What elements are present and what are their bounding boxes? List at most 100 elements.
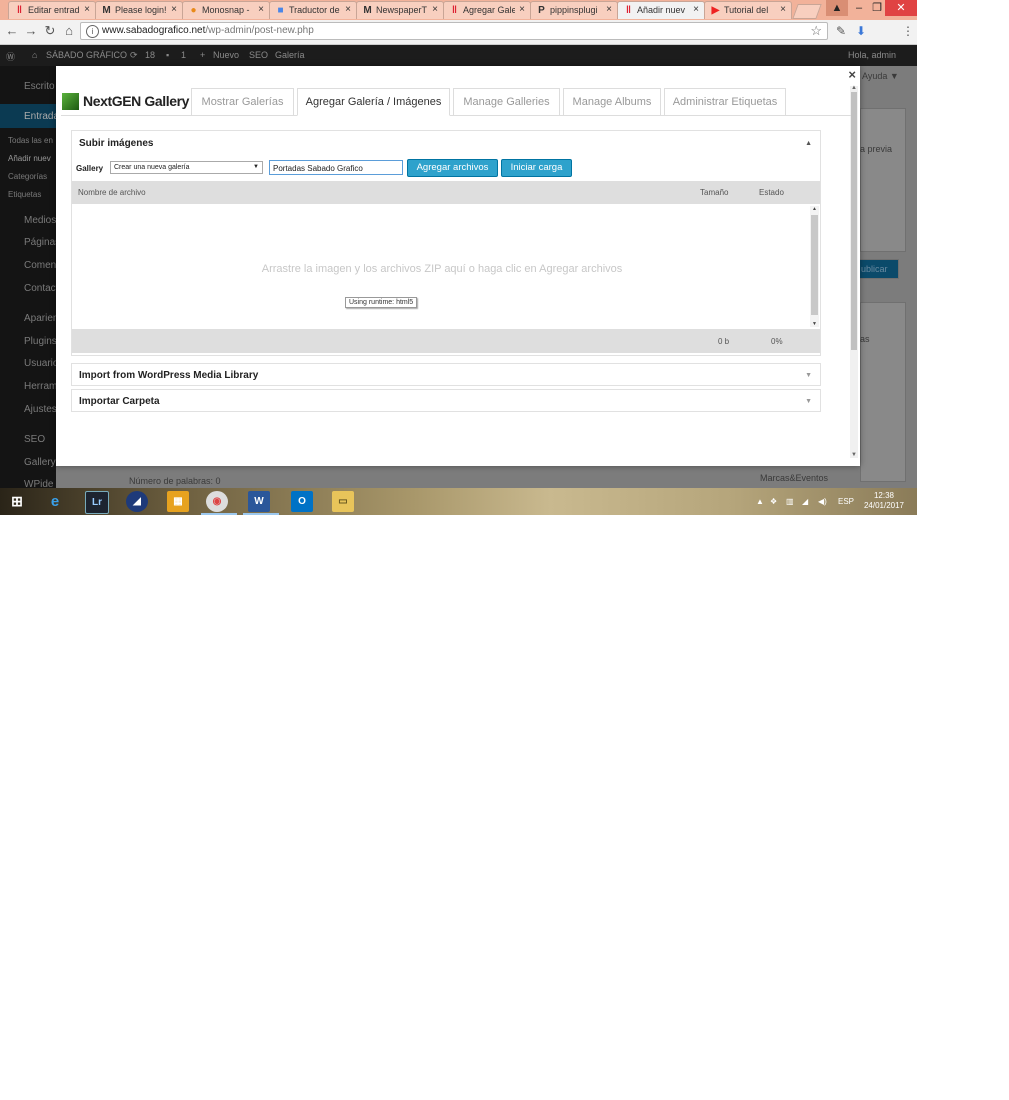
browser-tab[interactable]: M Please login! × (95, 1, 183, 19)
language-indicator[interactable]: ESP (838, 497, 854, 506)
extension-icon[interactable]: ⬇ (856, 24, 866, 38)
sidebar-item[interactable]: Entrada (24, 111, 59, 122)
expand-down-icon[interactable]: ▼ (805, 398, 812, 405)
browser-tab[interactable]: ‖ Agregar Gale × (443, 1, 531, 19)
upload-dropzone[interactable]: Arrastre la imagen y los archivos ZIP aq… (72, 204, 820, 329)
gallery-select[interactable]: Crear una nueva galería ▼ (110, 161, 263, 174)
updates-icon[interactable]: ⟳ (130, 50, 138, 61)
clock[interactable]: 12:38 24/01/2017 (862, 491, 906, 511)
close-icon[interactable]: × (780, 4, 786, 15)
scroll-up-icon[interactable]: ▲ (850, 85, 858, 91)
internet-explorer-icon[interactable]: e (44, 491, 66, 512)
modal-close-button[interactable]: × (848, 67, 856, 82)
close-icon[interactable]: × (519, 4, 525, 15)
sidebar-item[interactable]: Ajustes (24, 404, 57, 415)
tab-administrar-etiquetas[interactable]: Administrar Etiquetas (664, 88, 786, 115)
app-icon[interactable]: ▦ (167, 491, 189, 512)
sidebar-item[interactable]: Contact (24, 283, 58, 294)
sidebar-item[interactable]: Añadir nuev (8, 154, 51, 163)
panel-title[interactable]: Import from WordPress Media Library (79, 370, 258, 381)
reload-icon[interactable]: ↻ (43, 24, 57, 38)
sidebar-item[interactable]: Aparien (24, 313, 58, 324)
menu-icon[interactable]: ⋮ (902, 24, 914, 38)
file-list-scrollbar[interactable]: ▲ ▼ (810, 206, 819, 327)
bookmark-star-icon[interactable]: ☆ (810, 23, 822, 39)
back-icon[interactable]: ← (5, 24, 19, 38)
signal-icon[interactable]: ◢ (802, 497, 808, 506)
help-tab[interactable]: Ayuda ▼ (862, 71, 899, 81)
sidebar-item[interactable]: Coment (24, 260, 59, 271)
expand-down-icon[interactable]: ▼ (805, 372, 812, 379)
browser-tab[interactable]: M NewspaperT × (356, 1, 444, 19)
close-icon[interactable]: × (84, 4, 90, 15)
tab-mostrar-galerias[interactable]: Mostrar Galerías (191, 88, 294, 115)
close-icon[interactable]: × (345, 4, 351, 15)
home-icon[interactable]: ⌂ (32, 50, 37, 60)
gallery-name-input[interactable] (269, 160, 403, 175)
browser-tab[interactable]: P pippinsplugi × (530, 1, 618, 19)
browser-tab[interactable]: ‖ Editar entrad × (8, 1, 96, 19)
scrollbar-thumb[interactable] (811, 215, 818, 315)
browser-tab[interactable]: ■ Traductor de × (269, 1, 357, 19)
info-icon[interactable]: i (86, 25, 99, 38)
sidebar-item[interactable]: Páginas (24, 237, 60, 248)
site-name[interactable]: SÁBADO GRÁFICO (46, 50, 127, 60)
scroll-up-icon[interactable]: ▲ (810, 206, 819, 212)
close-icon[interactable]: × (171, 4, 177, 15)
sidebar-item[interactable]: Todas las en (8, 136, 53, 145)
app-icon[interactable]: ◢ (126, 491, 148, 512)
sidebar-item[interactable]: Usuario (24, 358, 58, 369)
sidebar-item[interactable]: SEO (24, 434, 45, 445)
sidebar-item[interactable]: Escrito (24, 81, 55, 92)
comments-icon[interactable]: ▪ (166, 50, 169, 60)
home-icon[interactable]: ⌂ (62, 24, 76, 38)
file-explorer-icon[interactable]: ▭ (332, 491, 354, 512)
user-profile-icon[interactable]: ▲ (826, 0, 848, 16)
scroll-down-icon[interactable]: ▼ (850, 452, 858, 458)
sidebar-item[interactable]: Gallery (24, 457, 56, 468)
window-close-button[interactable]: ✕ (885, 0, 917, 16)
tray-expand-icon[interactable]: ▲ (756, 497, 764, 506)
browser-tab[interactable]: ▶ Tutorial del × (704, 1, 792, 19)
start-upload-button[interactable]: Iniciar carga (501, 159, 572, 177)
chrome-icon[interactable]: ◉ (206, 491, 228, 512)
tab-manage-galleries[interactable]: Manage Galleries (453, 88, 560, 115)
wp-logo-icon[interactable]: Ⓦ (6, 50, 15, 63)
tray-app-icon[interactable]: ❖ (770, 497, 777, 506)
panel-title[interactable]: Subir imágenes (79, 138, 153, 149)
sidebar-item[interactable]: Etiquetas (8, 190, 41, 199)
tab-agregar-galeria[interactable]: Agregar Galería / Imágenes (297, 88, 450, 116)
category-item[interactable]: Marcas&Eventos (760, 473, 828, 483)
gallery-menu[interactable]: Galería (275, 50, 305, 60)
close-icon[interactable]: × (258, 4, 264, 15)
import-media-panel[interactable]: Import from WordPress Media Library ▼ (71, 363, 821, 386)
scrollbar-thumb[interactable] (851, 92, 857, 350)
forward-icon[interactable]: → (24, 24, 38, 38)
account-menu[interactable]: Hola, admin (848, 50, 896, 60)
close-icon[interactable]: × (606, 4, 612, 15)
close-icon[interactable]: × (432, 4, 438, 15)
panel-title[interactable]: Importar Carpeta (79, 396, 160, 407)
new-tab-button[interactable] (792, 4, 822, 19)
sidebar-item[interactable]: Medios (24, 215, 56, 226)
browser-tab-active[interactable]: ‖ Añadir nuev × (617, 1, 705, 19)
outlook-icon[interactable]: O (291, 491, 313, 512)
seo-menu[interactable]: SEO (249, 50, 268, 60)
network-icon[interactable]: ▥ (786, 497, 794, 506)
preview-button[interactable]: a previa (860, 144, 892, 154)
collapse-up-icon[interactable]: ▲ (805, 140, 812, 147)
sidebar-item[interactable]: Herram (24, 381, 57, 392)
tab-manage-albums[interactable]: Manage Albums (563, 88, 661, 115)
import-folder-panel[interactable]: Importar Carpeta ▼ (71, 389, 821, 412)
scroll-down-icon[interactable]: ▼ (810, 321, 819, 327)
sidebar-item[interactable]: Plugins (24, 336, 57, 347)
windows-start-icon[interactable]: ⊞ (6, 491, 28, 512)
volume-icon[interactable]: ◀) (818, 497, 827, 506)
lightroom-icon[interactable]: Lr (85, 491, 109, 514)
modal-scrollbar[interactable]: ▲ ▼ (850, 85, 858, 458)
close-icon[interactable]: × (693, 4, 699, 15)
sidebar-item[interactable]: Categorías (8, 172, 47, 181)
extension-icon[interactable]: ✎ (836, 24, 846, 38)
new-menu[interactable]: Nuevo (213, 50, 239, 60)
add-files-button[interactable]: Agregar archivos (407, 159, 498, 177)
